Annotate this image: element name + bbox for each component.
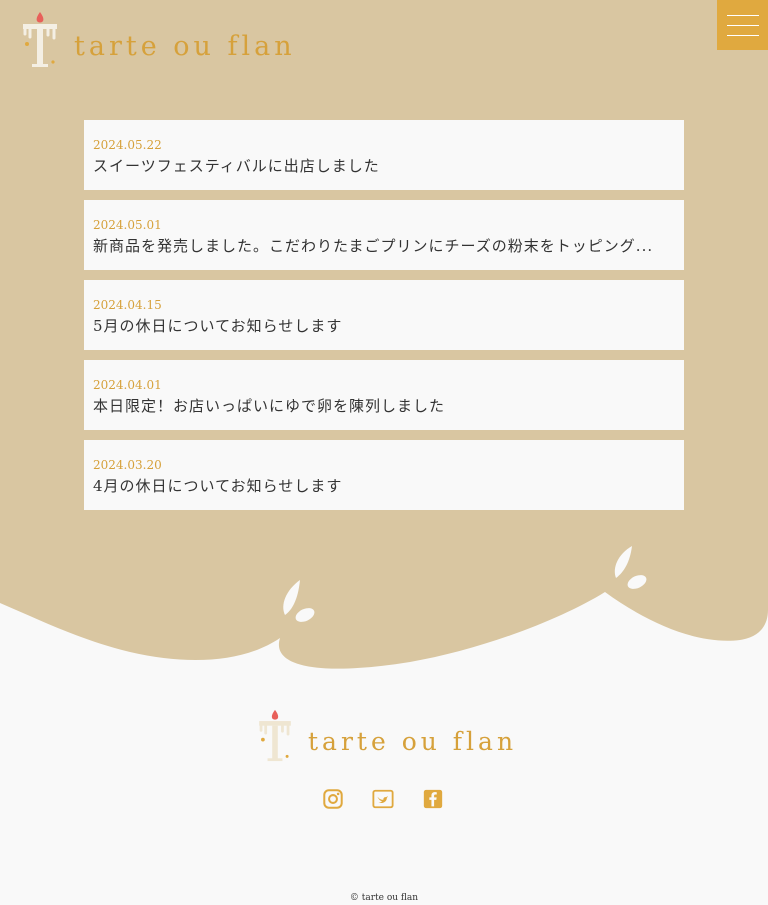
- site-header: tarte ou flan: [0, 0, 768, 90]
- news-title[interactable]: 4月の休日についてお知らせします: [93, 476, 655, 496]
- logo-text: tarte ou flan: [74, 31, 296, 62]
- facebook-icon[interactable]: [422, 788, 444, 810]
- news-item[interactable]: 2024.05.01 新商品を発売しました。こだわりたまごプリンにチーズの粉末を…: [84, 200, 684, 270]
- news-item[interactable]: 2024.03.20 4月の休日についてお知らせします: [84, 440, 684, 510]
- hamburger-menu-button[interactable]: [717, 0, 768, 50]
- news-item[interactable]: 2024.04.15 5月の休日についてお知らせします: [84, 280, 684, 350]
- news-date: 2024.05.22: [93, 138, 162, 152]
- news-item[interactable]: 2024.05.22 スイーツフェスティバルに出店しました: [84, 120, 684, 190]
- news-title[interactable]: 新商品を発売しました。こだわりたまごプリンにチーズの粉末をトッピング...: [93, 236, 655, 256]
- instagram-icon[interactable]: [322, 788, 344, 810]
- hamburger-icon-line: [726, 14, 759, 16]
- footer-logo-text: tarte ou flan: [308, 727, 518, 756]
- news-list: 2024.05.22 スイーツフェスティバルに出店しました 2024.05.01…: [84, 120, 684, 520]
- site-logo[interactable]: tarte ou flan: [20, 10, 296, 68]
- hamburger-icon-line: [726, 34, 759, 36]
- copyright-text: © tarte ou flan: [349, 893, 419, 903]
- news-title[interactable]: 本日限定！お店いっぱいにゆで卵を陳列しました: [93, 396, 655, 416]
- logo-mark-icon: [259, 709, 291, 762]
- news-date: 2024.03.20: [93, 458, 162, 472]
- twitter-icon[interactable]: [372, 788, 394, 810]
- news-date: 2024.04.15: [93, 298, 162, 312]
- social-links: [322, 788, 444, 810]
- news-title[interactable]: スイーツフェスティバルに出店しました: [93, 156, 655, 176]
- news-date: 2024.05.01: [93, 218, 162, 232]
- logo-mark-icon: [23, 12, 57, 67]
- news-item[interactable]: 2024.04.01 本日限定！お店いっぱいにゆで卵を陳列しました: [84, 360, 684, 430]
- news-date: 2024.04.01: [93, 378, 162, 392]
- news-title[interactable]: 5月の休日についてお知らせします: [93, 316, 655, 336]
- hamburger-icon-line: [726, 24, 759, 26]
- footer-logo[interactable]: tarte ou flan: [256, 708, 517, 762]
